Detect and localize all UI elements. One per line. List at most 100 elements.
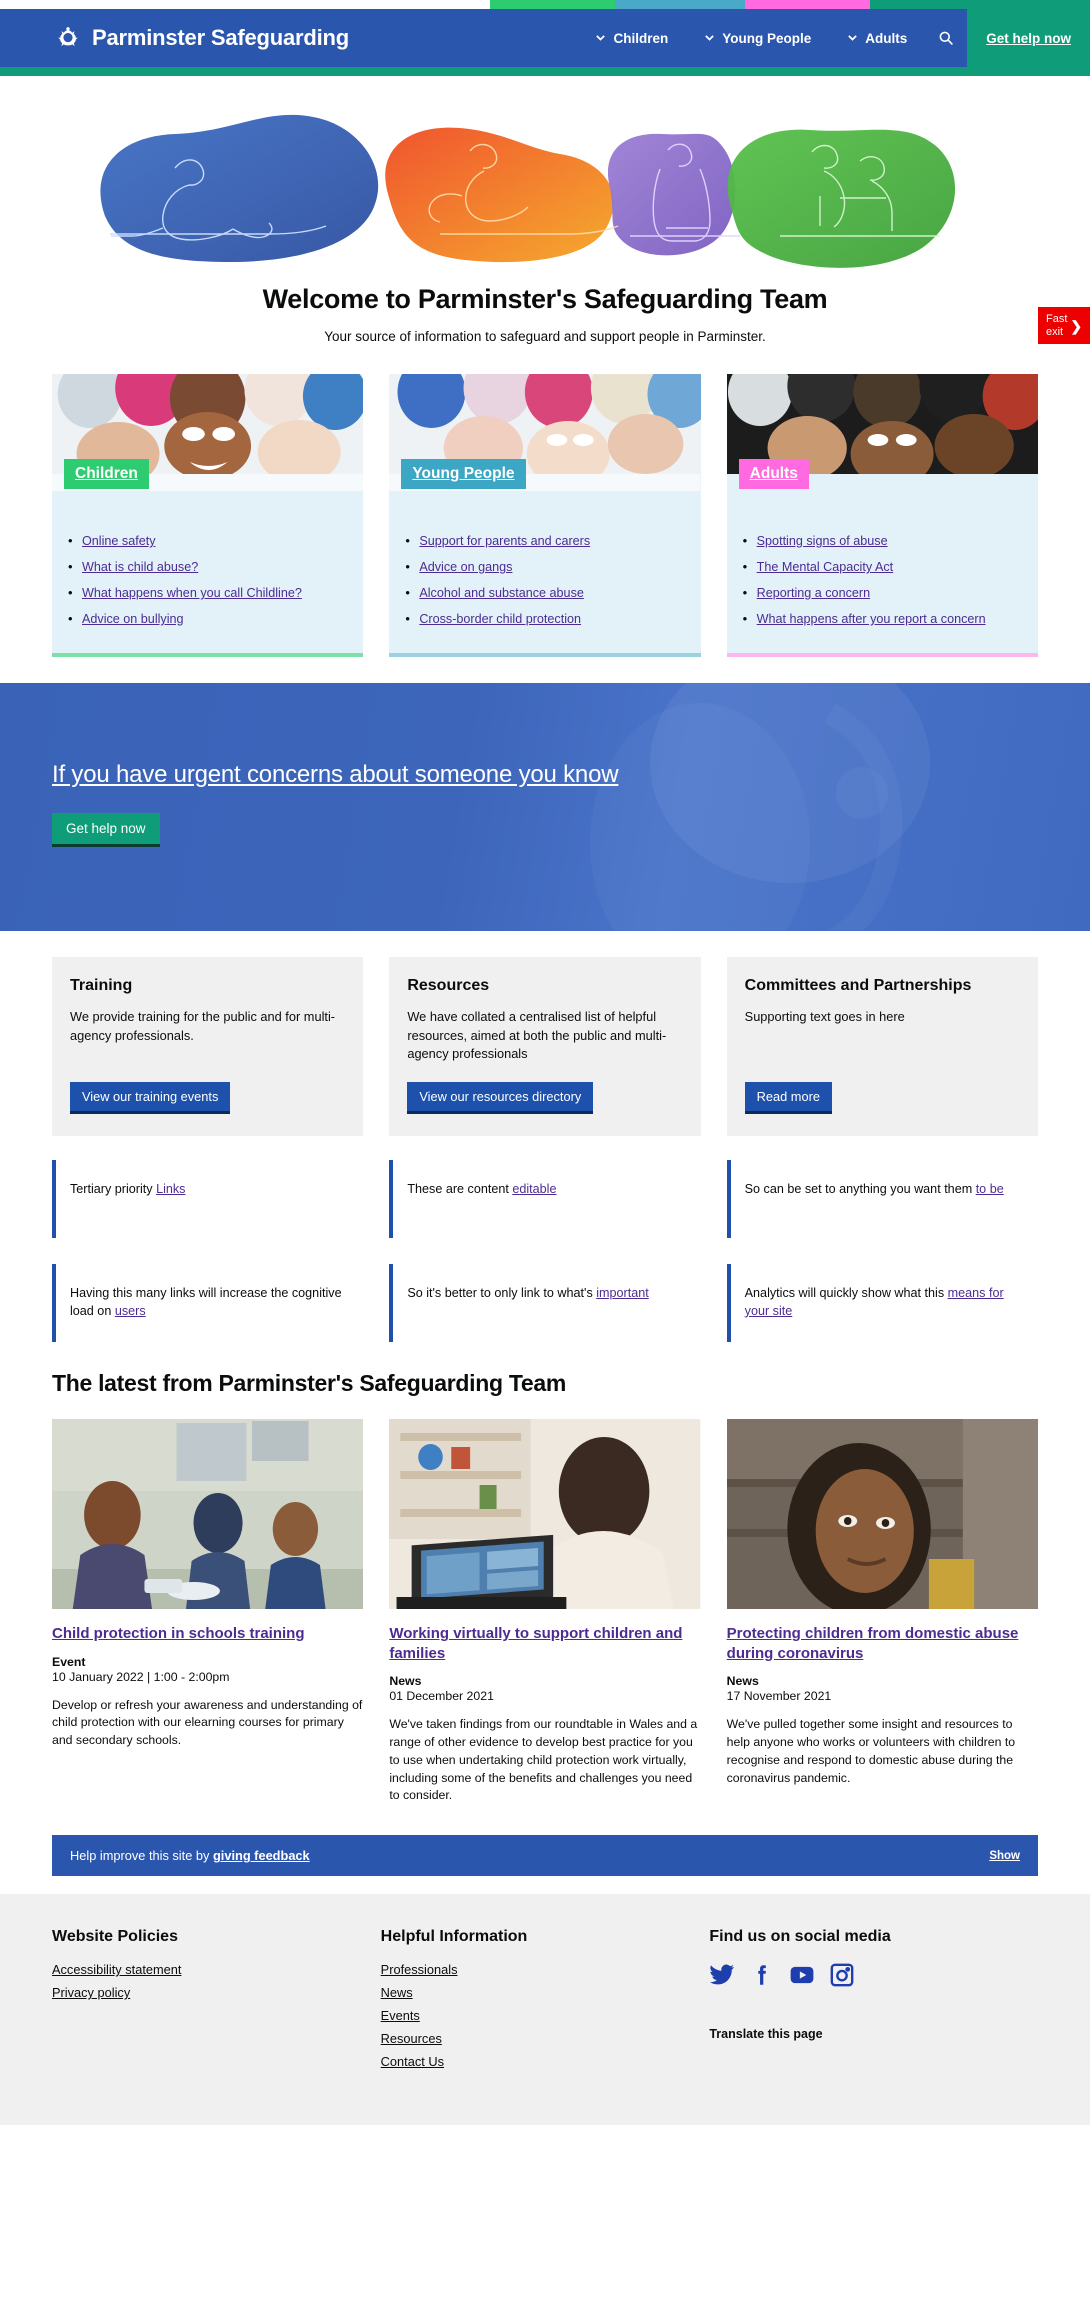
- tertiary-link[interactable]: important: [596, 1286, 649, 1300]
- chevron-right-icon: ❯: [1070, 317, 1083, 334]
- footer-link-news[interactable]: News: [381, 1985, 710, 2000]
- audience-link[interactable]: Spotting signs of abuse: [757, 534, 888, 548]
- news-date: 17 November 2021: [726, 1689, 832, 1704]
- list-item: Advice on gangs: [403, 558, 686, 576]
- footer-link-events[interactable]: Events: [381, 2008, 710, 2023]
- brand[interactable]: Parminster Safeguarding: [0, 9, 577, 67]
- feedback-text: Help improve this site by giving feedbac…: [70, 1848, 310, 1863]
- news-summary: We've pulled together some insight and r…: [726, 1717, 1016, 1785]
- footer-heading: Helpful Information: [380, 1928, 528, 1946]
- audience-link[interactable]: Advice on bullying: [82, 612, 184, 626]
- view-resources-directory-button[interactable]: View our resources directory: [407, 1081, 594, 1114]
- promo-card-committees: Committees and Partnerships Supporting t…: [726, 957, 1038, 1136]
- view-training-events-button[interactable]: View our training events: [70, 1081, 231, 1114]
- list-item: Online safety: [66, 532, 349, 550]
- audience-card-underline: [389, 653, 701, 657]
- footer-heading: Find us on social media: [709, 1928, 891, 1946]
- audience-link[interactable]: Advice on gangs: [419, 560, 512, 574]
- get-help-now-button[interactable]: Get help now: [967, 9, 1090, 67]
- footer-link-resources[interactable]: Resources: [381, 2031, 710, 2046]
- strip-segment-teal: [870, 0, 1090, 9]
- child-in-fur-hood-photo: [726, 1419, 1038, 1610]
- audience-link[interactable]: The Mental Capacity Act: [757, 560, 894, 574]
- promo-card-row: Training We provide training for the pub…: [0, 931, 1090, 1136]
- nav-item-young-people[interactable]: Young People: [686, 9, 829, 67]
- strip-segment-white: [0, 0, 490, 9]
- audience-link[interactable]: What happens when you call Childline?: [82, 586, 302, 600]
- strip-segment-pink: [745, 0, 870, 9]
- tertiary-cell: So it's better to only link to what's im…: [389, 1263, 700, 1343]
- footer-column-website-policies: Website Policies Accessibility statement…: [52, 1928, 381, 2077]
- audience-link[interactable]: Online safety: [82, 534, 156, 548]
- latest-section-header: The latest from Parminster's Safeguardin…: [0, 1342, 1090, 1397]
- audience-link[interactable]: What happens after you report a concern: [757, 612, 986, 626]
- news-title-link[interactable]: Working virtually to support children an…: [389, 1624, 700, 1663]
- list-item: Advice on bullying: [66, 610, 349, 628]
- audience-card-row: Children Online safety What is child abu…: [0, 374, 1090, 657]
- list-item: The Mental Capacity Act: [741, 558, 1024, 576]
- footer-link-privacy-policy[interactable]: Privacy policy: [52, 1985, 381, 2000]
- promo-body: Supporting text goes in here: [744, 1009, 905, 1024]
- audience-tag-adults[interactable]: Adults: [738, 459, 809, 489]
- footer-link-contact-us[interactable]: Contact Us: [381, 2054, 710, 2069]
- classroom-teacher-photo: [52, 1419, 364, 1610]
- giving-feedback-link[interactable]: giving feedback: [213, 1848, 310, 1863]
- translate-this-page-label[interactable]: Translate this page: [709, 2027, 1038, 2041]
- footer-link-accessibility-statement[interactable]: Accessibility statement: [52, 1962, 381, 1977]
- promo-title: Resources: [407, 977, 490, 994]
- audience-link[interactable]: Alcohol and substance abuse: [419, 586, 584, 600]
- read-more-button[interactable]: Read more: [744, 1081, 832, 1114]
- fast-exit-button[interactable]: Fast exit ❯: [1038, 307, 1090, 345]
- news-date: 01 December 2021: [389, 1689, 494, 1704]
- tertiary-text: Having this many links will increase the…: [70, 1285, 342, 1318]
- header-green-underline: [0, 67, 1090, 76]
- tertiary-link[interactable]: users: [115, 1304, 146, 1318]
- main-navigation: Children Young People Adults Get help no…: [577, 9, 1090, 67]
- audience-link[interactable]: What is child abuse?: [82, 560, 198, 574]
- news-type: News: [726, 1674, 759, 1689]
- youtube-icon[interactable]: [789, 1962, 815, 1993]
- footer-heading: Website Policies: [52, 1928, 178, 1946]
- page-subtitle: Your source of information to safeguard …: [324, 329, 766, 344]
- list-item: Support for parents and carers: [403, 532, 686, 550]
- chevron-down-icon: [847, 31, 858, 46]
- twitter-icon[interactable]: [709, 1962, 735, 1993]
- audience-link[interactable]: Support for parents and carers: [419, 534, 590, 548]
- urgent-get-help-button[interactable]: Get help now: [52, 813, 160, 847]
- footer-link-professionals[interactable]: Professionals: [381, 1962, 710, 1977]
- nav-item-children[interactable]: Children: [577, 9, 686, 67]
- site-header: Parminster Safeguarding Children Young P…: [0, 9, 1090, 67]
- tertiary-link[interactable]: editable: [512, 1182, 556, 1196]
- audience-links-children: Online safety What is child abuse? What …: [52, 491, 363, 653]
- urgent-heading-link[interactable]: If you have urgent concerns about someon…: [52, 761, 1090, 789]
- audience-link[interactable]: Cross-border child protection: [419, 612, 581, 626]
- facebook-icon[interactable]: [749, 1962, 775, 1993]
- tertiary-text: So it's better to only link to what's: [407, 1285, 597, 1300]
- nav-item-adults[interactable]: Adults: [829, 9, 925, 67]
- news-title-link[interactable]: Protecting children from domestic abuse …: [727, 1624, 1038, 1663]
- search-icon[interactable]: [925, 9, 967, 67]
- tertiary-link[interactable]: to be: [976, 1182, 1004, 1196]
- hero-illustration: [0, 76, 1090, 276]
- audience-tag-young-people[interactable]: Young People: [401, 459, 526, 489]
- list-item: Reporting a concern: [741, 584, 1024, 602]
- audience-link[interactable]: Reporting a concern: [757, 586, 870, 600]
- list-item: Alcohol and substance abuse: [403, 584, 686, 602]
- tertiary-text: Analytics will quickly show what this: [744, 1285, 948, 1300]
- audience-card-adults: Adults Spotting signs of abuse The Menta…: [726, 374, 1038, 657]
- audience-card-underline: [726, 653, 1038, 657]
- urgent-concerns-banner: If you have urgent concerns about someon…: [0, 683, 1090, 931]
- top-colour-strip: [0, 0, 1090, 9]
- audience-tag-children[interactable]: Children: [64, 459, 149, 489]
- latest-heading: The latest from Parminster's Safeguardin…: [52, 1370, 566, 1397]
- tertiary-link[interactable]: Links: [156, 1182, 185, 1196]
- tertiary-links-grid: Tertiary priority Links These are conten…: [0, 1136, 1090, 1343]
- instagram-icon[interactable]: [829, 1962, 855, 1993]
- fast-exit-label: Fast exit: [1046, 313, 1068, 338]
- chevron-down-icon: [595, 31, 606, 46]
- site-footer: Website Policies Accessibility statement…: [0, 1894, 1090, 2126]
- feedback-show-toggle[interactable]: Show: [989, 1850, 1020, 1862]
- news-title-link[interactable]: Child protection in schools training: [52, 1624, 363, 1644]
- tertiary-cell: Analytics will quickly show what this me…: [726, 1263, 1038, 1343]
- audience-links-young-people: Support for parents and carers Advice on…: [389, 491, 700, 653]
